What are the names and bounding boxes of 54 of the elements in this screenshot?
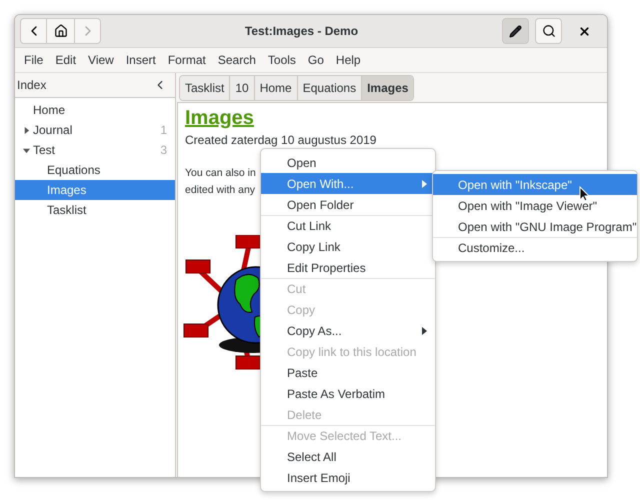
tree-item[interactable]: Home [15,100,175,120]
menu-entry[interactable]: Copy As... [261,320,435,341]
menu-entry[interactable]: Open with "Image Viewer" [433,195,637,216]
menu-entry[interactable]: Open [261,152,435,173]
menu-item[interactable]: Format [162,51,212,69]
home-button[interactable] [47,18,74,44]
menu-item[interactable]: Tools [262,51,302,69]
edit-button[interactable] [502,18,529,44]
tree-item[interactable]: Images [15,180,175,200]
submenu-arrow-icon [422,326,427,334]
menu-entry[interactable]: Open with "Inkscape" [433,174,637,195]
menu-item[interactable]: Help [330,51,367,69]
sidebar-title: Index [17,77,46,94]
expanded-arrow-icon[interactable] [22,146,30,154]
search-button[interactable] [535,18,562,44]
item-count: 1 [160,122,167,139]
submenu-arrow-icon [422,180,427,188]
menu-entry[interactable]: Insert Emoji [261,467,435,488]
cursor-icon [579,186,590,202]
menu-entry[interactable]: Open with "GNU Image Program" [433,216,637,237]
menu-entry[interactable]: Copy Link [261,236,435,257]
tree-item[interactable]: Equations [15,160,175,180]
pencil-icon [509,24,522,38]
menu-entry[interactable]: Open Folder [261,194,435,215]
path-tab[interactable]: 10 [229,76,254,100]
menu-entry[interactable]: Edit Properties [261,257,435,278]
path-tab[interactable]: Tasklist [180,76,230,100]
menu-item[interactable]: Edit [49,51,82,69]
menu-item[interactable]: Go [302,51,330,69]
menu-item[interactable]: Insert [120,51,162,69]
menu-entry[interactable]: Paste [261,362,435,383]
menu-item[interactable]: File [18,51,50,69]
path-tab[interactable]: Home [254,76,297,100]
search-icon [542,24,556,38]
menu-entry[interactable]: Customize... [433,237,637,258]
menu-entry[interactable]: Paste As Verbatim [261,383,435,404]
page-text: edited with any [185,183,256,198]
tree-item[interactable]: Test 3 [15,140,175,160]
close-icon [578,24,590,38]
page-text: You can also in [185,166,256,181]
collapsed-arrow-icon[interactable] [22,126,30,134]
tree-item[interactable]: Tasklist [15,200,175,220]
home-icon [54,24,68,38]
menu-entry[interactable]: Select All [261,446,435,467]
tree-item[interactable]: Journal 1 [15,120,175,140]
item-count: 3 [160,142,167,159]
path-tab[interactable]: Equations [296,76,362,100]
path-tab[interactable]: Images [361,76,414,100]
menu-item[interactable]: Search [212,51,262,69]
created-date: Created zaterdag 10 augustus 2019 [185,132,378,149]
window-title: Test:Images - Demo [244,23,360,40]
page-title: Images [185,106,255,131]
menu-item[interactable]: View [82,51,120,69]
menu-entry[interactable]: Open With... [261,173,435,194]
